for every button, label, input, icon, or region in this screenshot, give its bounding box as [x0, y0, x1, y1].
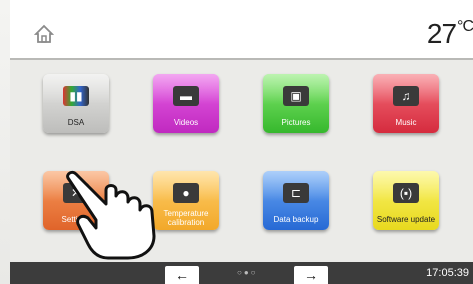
- usb-icon: ⊏: [283, 183, 309, 203]
- data-backup-label: Data backup: [273, 215, 319, 224]
- pictures-icon: ▣: [283, 86, 309, 106]
- temperature-unit: °C: [457, 18, 473, 35]
- video-icon: ▬: [173, 86, 199, 106]
- pointing-hand-icon: [66, 170, 156, 260]
- dsa-button[interactable]: ▮▮ DSA: [43, 74, 109, 133]
- footer-bar: ← ○●○ → 17:05:39: [10, 262, 473, 284]
- next-page-button[interactable]: →: [294, 266, 328, 284]
- software-update-button[interactable]: (▪) Software update: [373, 171, 439, 230]
- software-update-label: Software update: [376, 215, 436, 224]
- previous-page-button[interactable]: ←: [165, 266, 199, 284]
- videos-label: Videos: [173, 118, 199, 127]
- home-icon[interactable]: [34, 24, 54, 44]
- music-label: Music: [395, 118, 417, 127]
- device-screen: 27°C ▮▮ DSA ▬ Videos ▣ Pictures ♫ Music …: [0, 0, 473, 284]
- dsa-label: DSA: [67, 118, 85, 127]
- data-backup-button[interactable]: ⊏ Data backup: [263, 171, 329, 230]
- page-indicator: ○●○: [237, 268, 258, 277]
- videos-button[interactable]: ▬ Videos: [153, 74, 219, 133]
- tooth-chart-icon: ▮▮: [63, 86, 89, 106]
- clock: 17:05:39: [426, 267, 469, 279]
- temperature-value: 27: [426, 18, 457, 49]
- update-icon: (▪): [393, 183, 419, 203]
- pictures-button[interactable]: ▣ Pictures: [263, 74, 329, 133]
- header-bar: 27°C: [10, 0, 473, 60]
- temperature-display: 27°C: [427, 18, 473, 50]
- music-note-icon: ♫: [393, 86, 419, 106]
- music-button[interactable]: ♫ Music: [373, 74, 439, 133]
- pictures-label: Pictures: [281, 118, 311, 127]
